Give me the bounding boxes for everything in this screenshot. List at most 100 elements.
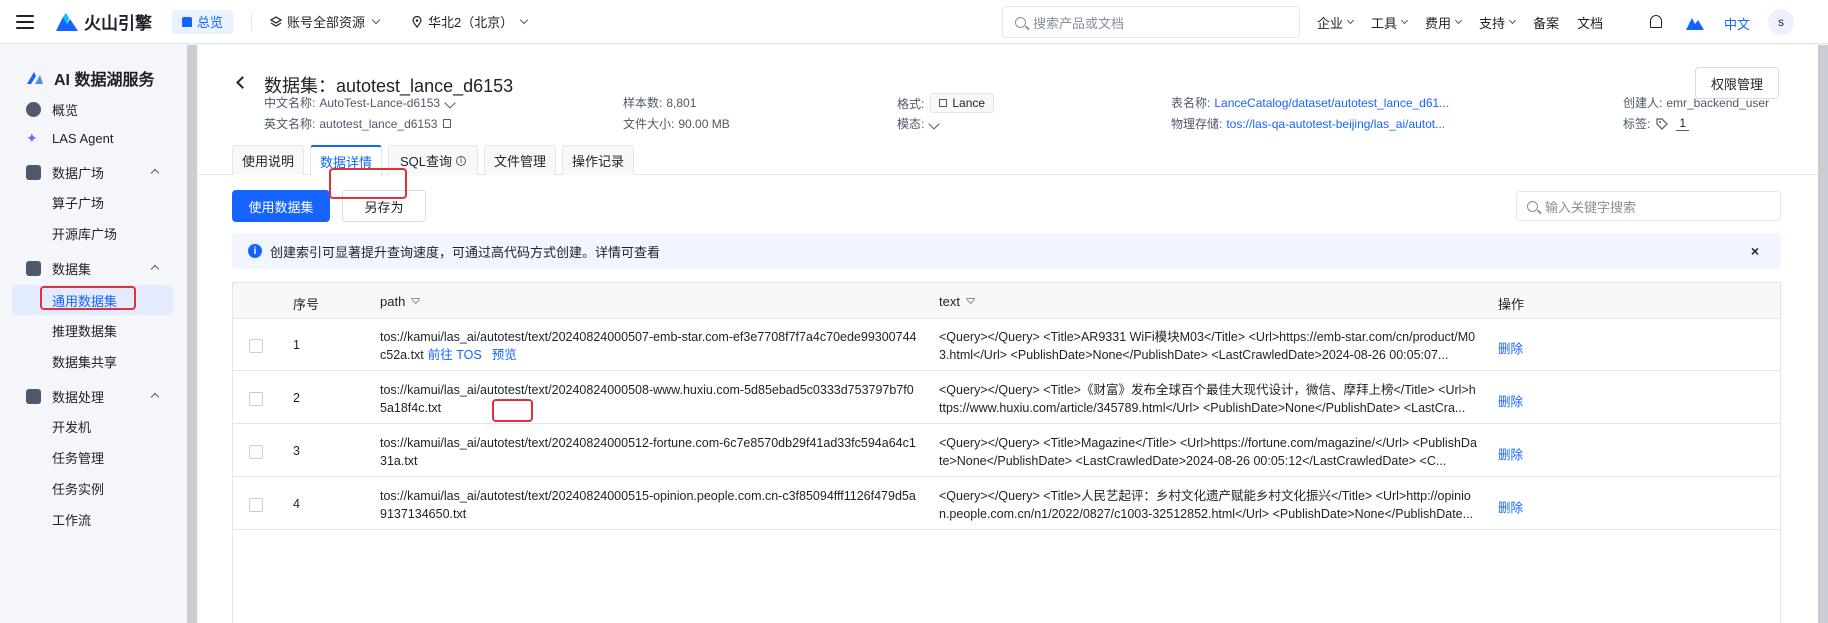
table-name-link[interactable]: LanceCatalog/dataset/autotest_lance_d61.… [1214,96,1449,110]
language-switch[interactable]: 中文 [1724,14,1750,33]
close-icon[interactable]: × [1751,243,1759,259]
sidebar-scrollbar[interactable] [187,45,197,623]
overview-button[interactable]: 总览 [172,9,234,34]
menu-billing[interactable]: 费用 [1425,13,1463,32]
brand-logo[interactable]: 火山引擎 [56,9,152,34]
row-checkbox[interactable] [249,339,263,353]
divider [251,12,253,31]
save-as-button[interactable]: 另存为 [342,190,426,222]
row-checkbox[interactable] [249,392,263,406]
sidebar-group-processing[interactable]: 数据处理 [26,387,104,406]
region-label: 华北2（北京） [428,15,514,30]
service-title-label: AI 数据湖服务 [54,72,155,89]
filter-icon[interactable] [411,297,421,306]
filter-icon[interactable] [965,297,975,306]
chevron-down-icon [1346,16,1355,25]
sidebar-item-overview[interactable]: 概览 [26,100,78,119]
bell-icon[interactable] [1650,15,1662,28]
table-row: 2 tos://kamui/las_ai/autotest/text/20240… [233,372,1780,424]
edit-icon[interactable] [928,117,941,130]
volcano-assistant-icon[interactable] [1686,14,1704,30]
keyword-search-input[interactable]: 输入关键字搜索 [1516,191,1781,221]
meta-value: emr_backend_user [1666,95,1770,110]
goto-tos-link[interactable]: 前往 TOS [428,348,482,362]
sidebar-item-dataset-share[interactable]: 数据集共享 [52,352,117,371]
delete-link[interactable]: 删除 [1498,497,1523,516]
chevron-up-icon[interactable] [150,168,160,178]
back-arrow-icon[interactable] [236,76,249,89]
sidebar-item-task-mgmt[interactable]: 任务管理 [52,448,104,467]
tags-count[interactable]: 1 [1676,116,1690,131]
page-scrollbar[interactable] [1818,45,1828,623]
table-row: 3 tos://kamui/las_ai/autotest/text/20240… [233,425,1780,477]
copy-icon[interactable] [443,119,452,128]
chevron-up-icon[interactable] [150,264,160,274]
sidebar-group-datasets[interactable]: 数据集 [26,259,91,278]
delete-link[interactable]: 删除 [1498,391,1523,410]
sidebar-group-market[interactable]: 数据广场 [26,163,104,182]
menu-filing[interactable]: 备案 [1533,13,1559,32]
row-text: <Query></Query> <Title>人民艺起评：乡村文化遗产赋能乡村文… [939,489,1474,521]
sidebar-item-agent[interactable]: ✦ LAS Agent [26,131,113,147]
meta-creator: 创建人: emr_backend_user [1623,94,1769,111]
stack-icon [26,261,41,276]
use-dataset-button[interactable]: 使用数据集 [232,190,330,222]
dashboard-icon [26,102,41,117]
tab-files[interactable]: 文件管理 [484,145,556,175]
account-scope-label: 账号全部资源 [287,15,366,30]
meta-modality: 模态: [897,115,941,132]
header-path-label: path [380,294,406,309]
menu-icon[interactable] [16,14,34,29]
sidebar-item-operator-market[interactable]: 算子广场 [52,193,104,212]
menu-support[interactable]: 支持 [1479,13,1517,32]
las-logo-icon [27,72,43,84]
meta-label: 文件大小: [623,117,675,131]
sidebar-item-task-instance[interactable]: 任务实例 [52,479,104,498]
account-scope-select[interactable]: 账号全部资源 [270,12,381,31]
meta-filesize: 文件大小: 90.00 MB [623,115,730,132]
info-icon: i [248,244,262,258]
meta-format: 格式: Lance [897,93,995,113]
chevron-down-icon [371,15,381,25]
header-path[interactable]: path [380,294,421,309]
meta-cn-name: 中文名称: AutoTest-Lance-d6153 [264,94,456,111]
sidebar-item-devmachine[interactable]: 开发机 [52,417,91,436]
tab-data-detail[interactable]: 数据详情 [310,145,382,176]
region-select[interactable]: 华北2（北京） [411,12,529,31]
edit-icon[interactable] [444,96,456,109]
header-text-label: text [939,294,960,309]
preview-link[interactable]: 预览 [492,348,517,362]
sidebar-item-opensource-market[interactable]: 开源库广场 [52,224,117,243]
row-checkbox[interactable] [249,445,263,459]
row-seq: 4 [293,497,300,511]
menu-enterprise-label: 企业 [1317,15,1344,31]
format-tag: Lance [930,93,995,113]
menu-filing-label: 备案 [1533,15,1560,31]
row-path: tos://kamui/las_ai/autotest/text/2024082… [380,489,916,521]
sidebar-item-inference-dataset[interactable]: 推理数据集 [52,321,117,340]
avatar[interactable]: s [1768,9,1794,35]
tab-usage[interactable]: 使用说明 [232,145,304,175]
meta-value: 8,801 [666,95,697,110]
header-text[interactable]: text [939,294,975,309]
menu-enterprise[interactable]: 企业 [1317,13,1355,32]
meta-label: 样本数: [623,96,663,110]
menu-tools[interactable]: 工具 [1371,13,1409,32]
menu-docs[interactable]: 文档 [1577,13,1603,32]
row-text: <Query></Query> <Title>AR9331 WiFi模块M03<… [939,330,1476,362]
chevron-up-icon[interactable] [150,392,160,402]
tab-label: SQL查询 [399,154,452,169]
meta-value: AutoTest-Lance-d6153 [319,95,441,110]
tab-operations[interactable]: 操作记录 [562,145,634,175]
tab-sql[interactable]: SQL查询 i [388,145,478,175]
global-search-input[interactable]: 搜索产品或文档 [1002,6,1300,38]
top-bar: 火山引擎 总览 账号全部资源 华北2（北京） 搜索产品或文档 企业 工具 费用 … [0,0,1828,44]
home-icon [182,16,192,27]
delete-link[interactable]: 删除 [1498,444,1523,463]
meta-label: 中文名称: [264,96,316,110]
delete-link[interactable]: 删除 [1498,338,1523,357]
row-checkbox[interactable] [249,498,263,512]
storage-link[interactable]: tos://las-qa-autotest-beijing/las_ai/aut… [1226,117,1445,131]
meta-value: 90.00 MB [678,116,730,131]
sidebar-item-workflow[interactable]: 工作流 [52,510,91,529]
